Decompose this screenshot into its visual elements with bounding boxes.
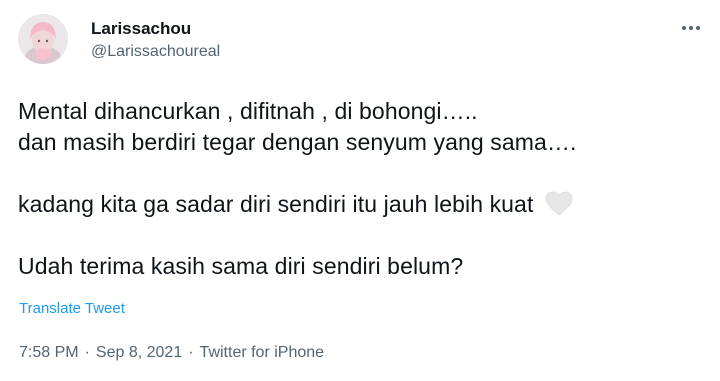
tweet-line-with-emoji: kadang kita ga sadar diri sendiri itu ja…	[18, 189, 708, 220]
separator: ·	[188, 344, 194, 361]
avatar-image	[18, 14, 68, 64]
tweet-time[interactable]: 7:58 PM	[19, 344, 79, 361]
tweet-card: Larissachou @Larissachoureal Mental diha…	[0, 0, 720, 381]
tweet-line: kadang kita ga sadar diri sendiri itu ja…	[18, 191, 534, 217]
separator: ·	[84, 344, 90, 361]
tweet-line: Udah terima kasih sama diri sendiri belu…	[18, 253, 464, 279]
user-handle[interactable]: @Larissachoureal	[91, 42, 220, 62]
avatar[interactable]	[18, 14, 68, 64]
tweet-meta: 7:58 PM · Sep 8, 2021 · Twitter for iPhone	[19, 343, 324, 363]
translate-tweet-link[interactable]: Translate Tweet	[19, 300, 125, 318]
more-horizontal-icon	[682, 26, 700, 30]
more-options-button[interactable]	[676, 16, 706, 40]
tweet-line: Mental dihancurkan , difitnah , di bohon…	[18, 98, 478, 124]
tweet-text: Mental dihancurkan , difitnah , di bohon…	[18, 96, 708, 282]
tweet-line: dan masih berdiri tegar dengan senyum ya…	[18, 129, 577, 155]
display-name[interactable]: Larissachou	[91, 19, 191, 39]
tweet-date[interactable]: Sep 8, 2021	[96, 344, 182, 361]
white-heart-icon	[545, 191, 573, 224]
tweet-source[interactable]: Twitter for iPhone	[200, 344, 325, 361]
